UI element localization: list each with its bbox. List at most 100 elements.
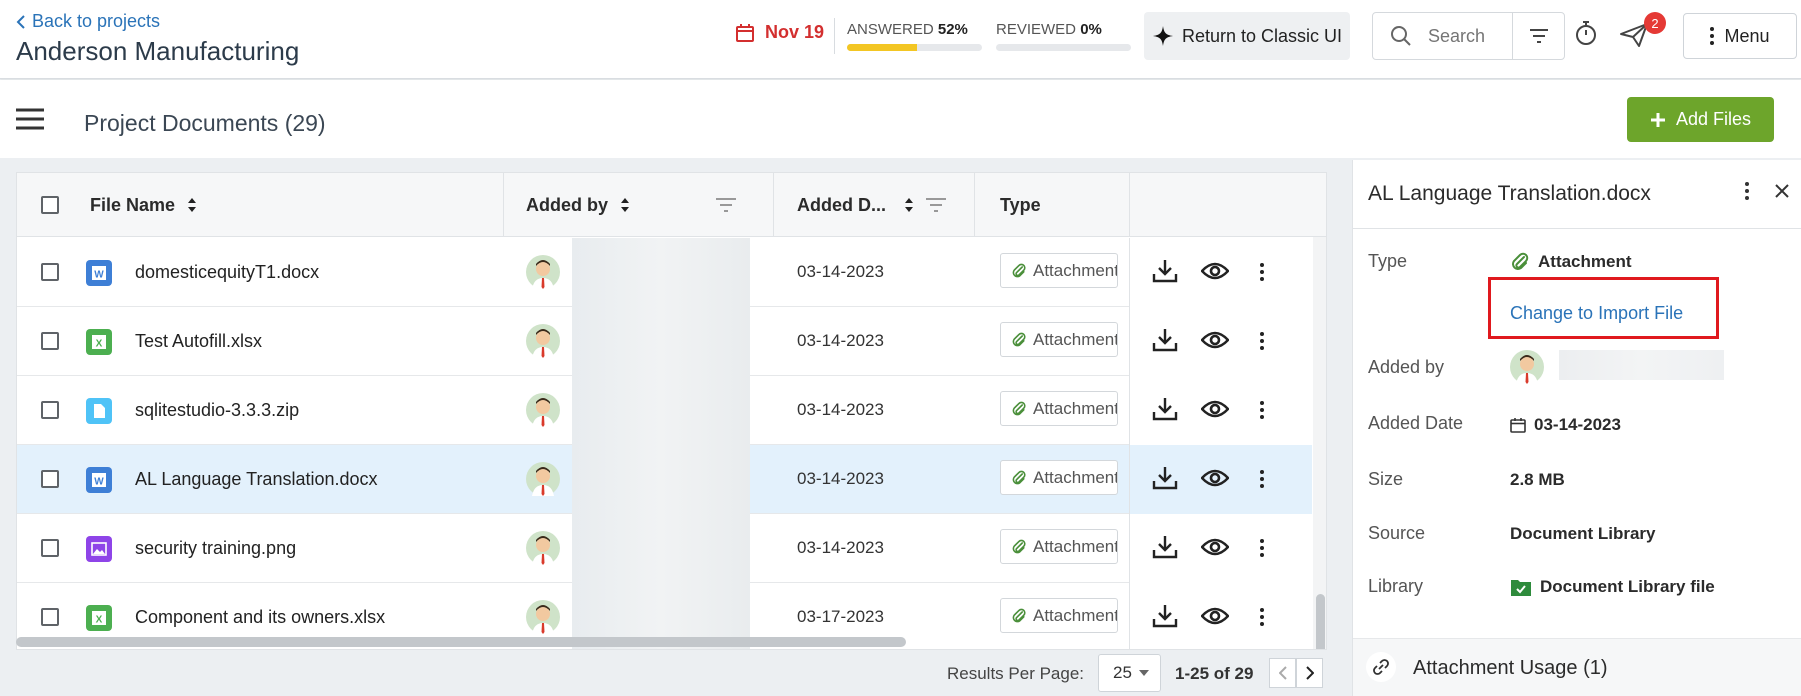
answered-label: ANSWERED xyxy=(847,21,934,38)
vertical-scrollbar[interactable] xyxy=(1313,237,1326,649)
column-file-name[interactable]: File Name xyxy=(90,173,197,237)
sparkle-icon xyxy=(1152,25,1174,47)
vertical-scroll-thumb[interactable] xyxy=(1316,594,1325,649)
column-added-by[interactable]: Added by xyxy=(526,173,630,237)
next-page-button[interactable] xyxy=(1296,658,1323,688)
table-row[interactable]: WdomesticequityT1.docx 03-14-2023 Attachme… xyxy=(17,238,1312,307)
return-to-classic-button[interactable]: Return to Classic UI xyxy=(1144,12,1350,60)
back-to-projects-link[interactable]: Back to projects xyxy=(16,11,160,32)
timer-icon[interactable] xyxy=(1574,20,1598,46)
documents-table: File Name Added by Added D... Type W dom… xyxy=(16,172,1327,650)
table-row[interactable]: X Test Autofill.xlsx 03-14-2023 Attachment xyxy=(17,307,1312,376)
row-checkbox[interactable] xyxy=(41,332,59,350)
search-filter-button[interactable] xyxy=(1512,13,1564,59)
download-icon[interactable] xyxy=(1152,603,1178,629)
column-divider xyxy=(503,173,504,237)
row-kebab-icon[interactable] xyxy=(1260,470,1264,488)
row-kebab-icon[interactable] xyxy=(1260,263,1264,281)
eye-icon[interactable] xyxy=(1201,534,1229,560)
close-icon[interactable] xyxy=(1775,184,1789,198)
sort-icon[interactable] xyxy=(904,197,914,213)
column-added-date[interactable]: Added D... xyxy=(797,173,914,237)
download-icon[interactable] xyxy=(1152,327,1178,353)
added-date: 03-14-2023 xyxy=(797,400,884,419)
sort-icon[interactable] xyxy=(620,197,630,213)
download-icon[interactable] xyxy=(1152,396,1178,422)
eye-icon[interactable] xyxy=(1201,327,1229,353)
column-added-date-label: Added D... xyxy=(797,194,886,215)
horizontal-scrollbar[interactable] xyxy=(16,637,906,647)
search-input[interactable] xyxy=(1428,25,1508,47)
download-icon[interactable] xyxy=(1152,258,1178,284)
results-per-page-select[interactable]: 25 xyxy=(1098,654,1161,692)
type-value-label: Attachment xyxy=(1538,252,1632,271)
notification-badge: 2 xyxy=(1644,12,1666,34)
file-name[interactable]: sqlitestudio-3.3.3.zip xyxy=(135,400,299,421)
type-select[interactable]: Attachment xyxy=(1000,322,1118,357)
eye-icon[interactable] xyxy=(1201,465,1229,491)
library-value-label: Document Library file xyxy=(1540,577,1715,596)
add-files-button[interactable]: Add Files xyxy=(1627,97,1774,142)
type-select[interactable]: Attachment xyxy=(1000,598,1118,633)
plus-icon xyxy=(1650,112,1666,128)
hamburger-icon[interactable] xyxy=(16,108,44,130)
file-name[interactable]: security training.png xyxy=(135,538,296,559)
row-checkbox[interactable] xyxy=(41,263,59,281)
table-row[interactable]: W AL Language Translation.docx 03-14-2023 A… xyxy=(17,445,1312,514)
kebab-icon xyxy=(1710,27,1715,45)
file-name[interactable]: Component and its owners.xlsx xyxy=(135,607,385,628)
svg-text:W: W xyxy=(94,270,104,281)
table-row[interactable]: security training.png 03-14-2023 Attachmen… xyxy=(17,514,1312,583)
file-name[interactable]: AL Language Translation.docx xyxy=(135,469,378,490)
type-value: Attachment xyxy=(1033,329,1118,349)
library-value[interactable]: Document Library file xyxy=(1510,577,1715,597)
row-checkbox[interactable] xyxy=(41,401,59,419)
eye-icon[interactable] xyxy=(1201,603,1229,629)
row-kebab-icon[interactable] xyxy=(1260,539,1264,557)
classic-label: Return to Classic UI xyxy=(1181,25,1343,46)
table-row[interactable]: sqlitestudio-3.3.3.zip 03-14-2023 Attachme… xyxy=(17,376,1312,445)
user-avatar xyxy=(526,255,560,289)
row-kebab-icon[interactable] xyxy=(1260,401,1264,419)
change-to-import-file-link[interactable]: Change to Import File xyxy=(1510,303,1683,324)
download-icon[interactable] xyxy=(1152,465,1178,491)
added-by-filter-icon[interactable] xyxy=(715,173,737,237)
panel-kebab-icon[interactable] xyxy=(1745,182,1749,200)
select-all-checkbox[interactable] xyxy=(41,196,59,214)
project-title: Anderson Manufacturing xyxy=(16,36,300,66)
download-icon[interactable] xyxy=(1152,534,1178,560)
sort-icon[interactable] xyxy=(187,197,197,213)
file-name[interactable]: domesticequityT1.docx xyxy=(135,262,319,283)
row-kebab-icon[interactable] xyxy=(1260,332,1264,350)
paperclip-icon xyxy=(1510,252,1530,272)
row-checkbox[interactable] xyxy=(41,470,59,488)
results-per-page-label: Results Per Page: xyxy=(947,664,1085,683)
type-select[interactable]: Attachment xyxy=(1000,529,1118,564)
row-checkbox[interactable] xyxy=(41,539,59,557)
row-kebab-icon[interactable] xyxy=(1260,608,1264,626)
type-value: Attachment xyxy=(1033,398,1118,418)
search-box xyxy=(1372,12,1565,60)
file-name[interactable]: Test Autofill.xlsx xyxy=(135,331,262,352)
row-checkbox[interactable] xyxy=(41,608,59,626)
eye-icon[interactable] xyxy=(1201,258,1229,284)
attachment-usage-section[interactable]: Attachment Usage (1) xyxy=(1353,638,1801,696)
redacted-user-name xyxy=(572,238,750,307)
paperclip-icon xyxy=(1011,470,1027,486)
section-header: Project Documents (29) Add Files xyxy=(0,80,1801,158)
library-label: Library xyxy=(1368,576,1424,596)
due-date[interactable]: Nov 19 xyxy=(735,22,824,43)
added-date-filter-icon[interactable] xyxy=(925,173,947,237)
type-select[interactable]: Attachment xyxy=(1000,391,1118,426)
type-select[interactable]: Attachment xyxy=(1000,460,1118,495)
add-files-label: Add Files xyxy=(1675,109,1752,129)
panel-title: AL Language Translation.docx xyxy=(1368,182,1651,205)
results-per-page-value: 25 xyxy=(1113,663,1132,682)
previous-page-button[interactable] xyxy=(1269,658,1296,688)
top-bar: Back to projects Anderson Manufacturing … xyxy=(0,0,1801,79)
paperclip-icon xyxy=(1011,332,1027,348)
menu-button[interactable]: Menu xyxy=(1683,13,1797,59)
eye-icon[interactable] xyxy=(1201,396,1229,422)
type-select[interactable]: Attachment xyxy=(1000,253,1118,288)
redacted-user-name xyxy=(572,307,750,376)
